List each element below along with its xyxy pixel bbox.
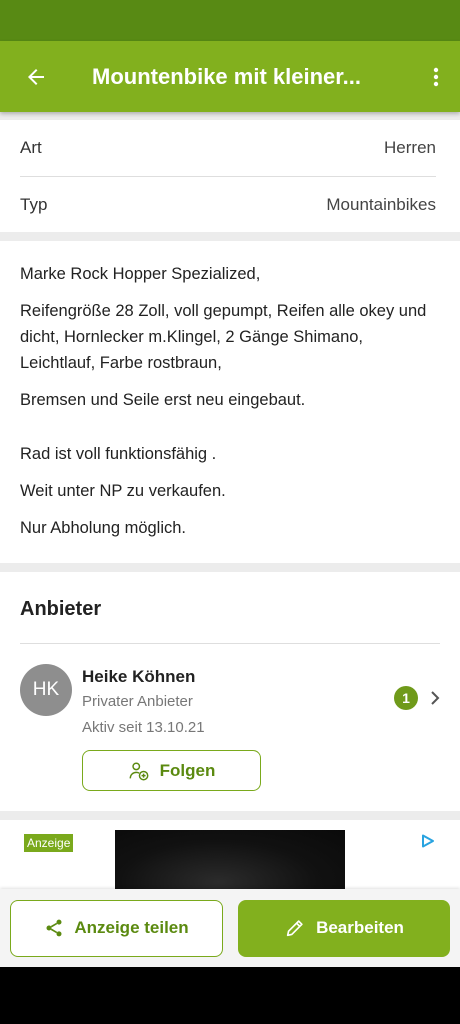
seller-profile[interactable]: HK Heike Köhnen Privater Anbieter Aktiv …	[20, 644, 440, 791]
pencil-icon	[286, 920, 303, 937]
description-paragraph: Rad ist voll funktionsfähig .	[20, 445, 217, 463]
edit-label: Bearbeiten	[316, 918, 404, 937]
avatar: HK	[20, 664, 72, 716]
description-paragraph: Nur Abholung möglich.	[20, 519, 187, 537]
arrow-left-icon	[28, 68, 44, 85]
attribute-value: Mountainbikes	[326, 194, 436, 214]
share-ad-button[interactable]: Anzeige teilen	[10, 899, 223, 957]
share-label: Anzeige teilen	[74, 918, 189, 937]
description-paragraph: Bremsen und Seile erst neu eingebaut.	[20, 391, 306, 409]
app-bar: Mountenbike mit kleiner...	[0, 41, 460, 112]
description-paragraph: Reifengröße 28 Zoll, voll gepumpt, Reife…	[20, 302, 427, 372]
status-bar	[0, 0, 460, 41]
attribute-row-art: Art Herren	[20, 120, 436, 176]
system-navigation-bar	[0, 967, 460, 1024]
more-vertical-icon	[433, 67, 439, 86]
ad-banner[interactable]: Anzeige	[0, 820, 460, 889]
follow-label: Folgen	[159, 760, 216, 780]
chevron-right-icon	[430, 690, 440, 706]
description-section: Marke Rock Hopper Spezialized, Reifengrö…	[0, 241, 460, 563]
edit-button[interactable]: Bearbeiten	[238, 899, 450, 957]
ad-label: Anzeige	[24, 834, 74, 852]
attribute-value: Herren	[384, 138, 436, 157]
seller-active-since: Aktiv seit 13.10.21	[82, 719, 205, 736]
ad-choices-icon[interactable]	[420, 833, 436, 854]
seller-name: Heike Köhnen	[82, 667, 196, 686]
follow-button[interactable]: Folgen	[82, 750, 261, 791]
seller-heading: Anbieter	[20, 572, 440, 644]
description-paragraph: Weit unter NP zu verkaufen.	[20, 482, 226, 500]
attribute-label: Typ	[20, 194, 48, 214]
seller-info: Heike Köhnen Privater Anbieter Aktiv sei…	[82, 664, 261, 791]
attributes-section: Art Herren Typ Mountainbikes	[0, 120, 460, 232]
add-user-icon	[129, 761, 149, 780]
listing-count-badge: 1	[394, 686, 418, 710]
ad-image[interactable]	[115, 830, 345, 889]
description-paragraph: Marke Rock Hopper Spezialized,	[20, 265, 261, 283]
share-icon	[46, 919, 62, 937]
seller-type: Privater Anbieter	[82, 693, 193, 710]
bottom-action-bar: Anzeige teilen Bearbeiten	[0, 889, 460, 967]
back-button[interactable]	[0, 41, 72, 112]
attribute-row-typ: Typ Mountainbikes	[20, 176, 436, 232]
seller-listings-link[interactable]: 1	[394, 686, 440, 710]
seller-section: Anbieter HK Heike Köhnen Privater Anbiet…	[0, 572, 460, 811]
page-title: Mountenbike mit kleiner...	[92, 63, 361, 89]
attribute-label: Art	[20, 138, 42, 157]
more-options-button[interactable]	[412, 41, 460, 112]
